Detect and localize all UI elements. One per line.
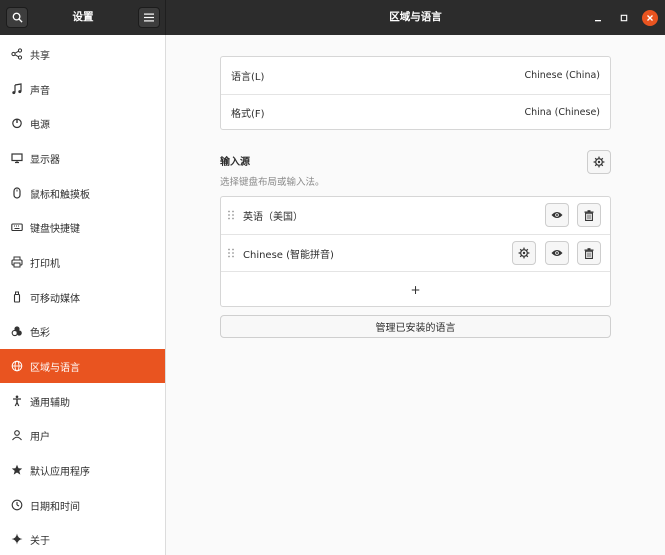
- sidebar-item-label: 电源: [30, 119, 50, 131]
- sidebar-item-label: 可移动媒体: [30, 293, 80, 305]
- gear-icon: [518, 247, 530, 259]
- search-button[interactable]: [6, 7, 28, 28]
- globe-icon: [10, 359, 24, 373]
- sidebar-item-printers[interactable]: 打印机: [0, 245, 165, 279]
- input-source-row[interactable]: 英语（美国）: [221, 197, 610, 234]
- sidebar-title: 设置: [72, 11, 94, 23]
- sidebar-item-label: 日期和时间: [30, 501, 80, 513]
- language-label: 语言(L): [231, 72, 265, 83]
- trash-icon: [584, 247, 594, 259]
- sidebar-item-mouse[interactable]: 鼠标和触摸板: [0, 176, 165, 210]
- display-icon: [10, 151, 24, 165]
- close-icon: [647, 15, 653, 21]
- trash-icon: [584, 209, 594, 221]
- sidebar-item-label: 声音: [30, 85, 50, 97]
- color-icon: [10, 324, 24, 338]
- music-note-icon: [10, 82, 24, 96]
- sidebar-item-label: 用户: [30, 431, 50, 443]
- sidebar-item-color[interactable]: 色彩: [0, 314, 165, 348]
- printer-icon: [10, 255, 24, 269]
- input-source-label: 英语（美国）: [243, 212, 303, 223]
- sidebar-item-label: 共享: [30, 50, 50, 62]
- sidebar-item-label: 通用辅助: [30, 397, 70, 409]
- input-source-label: Chinese (智能拼音): [243, 249, 334, 261]
- sidebar-item-label: 键盘快捷键: [30, 223, 80, 235]
- sidebar-item-sound[interactable]: 声音: [0, 72, 165, 106]
- region-card: 语言(L) Chinese (China) 格式(F) China (Chine…: [220, 56, 611, 130]
- add-input-source-button[interactable]: +: [221, 271, 610, 307]
- eye-icon: [551, 250, 563, 256]
- input-sources-title: 输入源: [220, 157, 250, 168]
- header-bar: 设置 区域与语言: [0, 0, 665, 35]
- sidebar-header: 设置: [0, 0, 166, 35]
- sidebar-item-label: 区域与语言: [30, 362, 80, 374]
- language-value: Chinese (China): [524, 70, 600, 81]
- star-icon: [10, 463, 24, 477]
- removable-media-icon: [10, 290, 24, 304]
- gear-icon: [593, 156, 605, 168]
- show-layout-button[interactable]: [545, 241, 569, 265]
- hamburger-icon: [144, 13, 154, 22]
- drag-handle-icon[interactable]: [227, 210, 235, 220]
- sidebar-item-label: 默认应用程序: [30, 466, 90, 478]
- sidebar-item-label: 鼠标和触摸板: [30, 189, 90, 201]
- sidebar-item-users[interactable]: 用户: [0, 418, 165, 452]
- sidebar-item-accessibility[interactable]: 通用辅助: [0, 384, 165, 418]
- manage-installed-languages-button[interactable]: 管理已安装的语言: [220, 315, 611, 338]
- maximize-icon: [620, 14, 628, 22]
- sidebar-item-label: 关于: [30, 535, 50, 547]
- keyboard-icon: [10, 220, 24, 234]
- accessibility-icon: [10, 394, 24, 408]
- sidebar-item-label: 打印机: [30, 258, 60, 270]
- formats-value: China (Chinese): [524, 107, 600, 118]
- menu-button[interactable]: [138, 7, 160, 28]
- sidebar-item-removable-media[interactable]: 可移动媒体: [0, 280, 165, 314]
- input-sources-list: 英语（美国） Chinese (智能拼音) +: [220, 196, 611, 307]
- search-icon: [12, 12, 23, 23]
- maximize-button[interactable]: [616, 10, 632, 26]
- region-language-panel: 语言(L) Chinese (China) 格式(F) China (Chine…: [166, 35, 665, 555]
- sidebar-item-label: 显示器: [30, 154, 60, 166]
- show-layout-button[interactable]: [545, 203, 569, 227]
- user-icon: [10, 428, 24, 442]
- minimize-icon: [595, 20, 601, 22]
- sidebar-item-about[interactable]: 关于: [0, 522, 165, 555]
- drag-handle-icon[interactable]: [227, 248, 235, 258]
- sidebar-item-region-language[interactable]: 区域与语言: [0, 349, 165, 383]
- sidebar-item-default-apps[interactable]: 默认应用程序: [0, 453, 165, 487]
- settings-window: 设置 区域与语言 共享 声音 电源 显示器 鼠标和触摸板 键盘快捷键 打印机 可…: [0, 0, 665, 555]
- input-sources-subtitle: 选择键盘布局或输入法。: [220, 177, 325, 188]
- sparkle-icon: [10, 532, 24, 546]
- language-row[interactable]: 语言(L) Chinese (China): [221, 57, 610, 94]
- sidebar-item-keyboard[interactable]: 键盘快捷键: [0, 210, 165, 244]
- formats-label: 格式(F): [231, 109, 265, 120]
- formats-row[interactable]: 格式(F) China (Chinese): [221, 94, 610, 130]
- sidebar-item-power[interactable]: 电源: [0, 106, 165, 140]
- minimize-button[interactable]: [590, 10, 606, 26]
- sidebar-item-label: 色彩: [30, 327, 50, 339]
- sidebar-item-displays[interactable]: 显示器: [0, 141, 165, 175]
- add-icon: +: [410, 282, 421, 297]
- close-button[interactable]: [642, 10, 658, 26]
- share-icon: [10, 47, 24, 61]
- input-source-row[interactable]: Chinese (智能拼音): [221, 234, 610, 271]
- remove-source-button[interactable]: [577, 203, 601, 227]
- source-settings-button[interactable]: [512, 241, 536, 265]
- sidebar-item-sharing[interactable]: 共享: [0, 37, 165, 71]
- sidebar-item-date-time[interactable]: 日期和时间: [0, 488, 165, 522]
- input-sources-options-button[interactable]: [587, 150, 611, 174]
- clock-icon: [10, 498, 24, 512]
- power-icon: [10, 116, 24, 130]
- remove-source-button[interactable]: [577, 241, 601, 265]
- mouse-icon: [10, 186, 24, 200]
- eye-icon: [551, 212, 563, 218]
- sidebar: 共享 声音 电源 显示器 鼠标和触摸板 键盘快捷键 打印机 可移动媒体 色彩 区…: [0, 35, 166, 555]
